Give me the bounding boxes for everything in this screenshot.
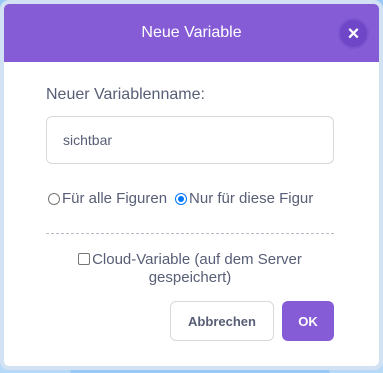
dialog-body: Neuer Variablenname: sichtbar Für alle F…	[4, 62, 379, 366]
variable-name-input[interactable]: sichtbar	[46, 116, 334, 164]
cloud-variable-label[interactable]: Cloud-Variable (auf dem Server gespeiche…	[92, 251, 302, 286]
radio-this-sprite-label[interactable]: Nur für diese Figur	[189, 190, 313, 207]
section-divider	[46, 233, 334, 234]
cancel-button[interactable]: Abbrechen	[170, 301, 274, 341]
scope-radio-group: Für alle Figuren Nur für diese Figur	[48, 190, 321, 207]
radio-option-all-sprites[interactable]: Für alle Figuren	[48, 190, 167, 207]
variable-name-placeholder: sichtbar	[63, 132, 113, 148]
ok-button[interactable]: OK	[282, 301, 334, 341]
close-icon: ×	[347, 22, 360, 45]
radio-option-this-sprite[interactable]: Nur für diese Figur	[175, 190, 313, 207]
cloud-variable-option[interactable]: Cloud-Variable (auf dem Server gespeiche…	[46, 251, 334, 287]
cloud-variable-checkbox[interactable]	[78, 253, 91, 265]
new-variable-dialog: Neue Variable × Neuer Variablenname: sic…	[0, 0, 383, 370]
dialog-header: Neue Variable ×	[4, 4, 379, 62]
radio-all-sprites-label[interactable]: Für alle Figuren	[62, 190, 167, 207]
dialog-title: Neue Variable	[141, 24, 242, 41]
radio-this-sprite[interactable]	[175, 192, 188, 205]
radio-all-sprites[interactable]	[48, 192, 60, 205]
close-button[interactable]: ×	[338, 18, 369, 49]
variable-name-label: Neuer Variablenname:	[46, 86, 205, 103]
